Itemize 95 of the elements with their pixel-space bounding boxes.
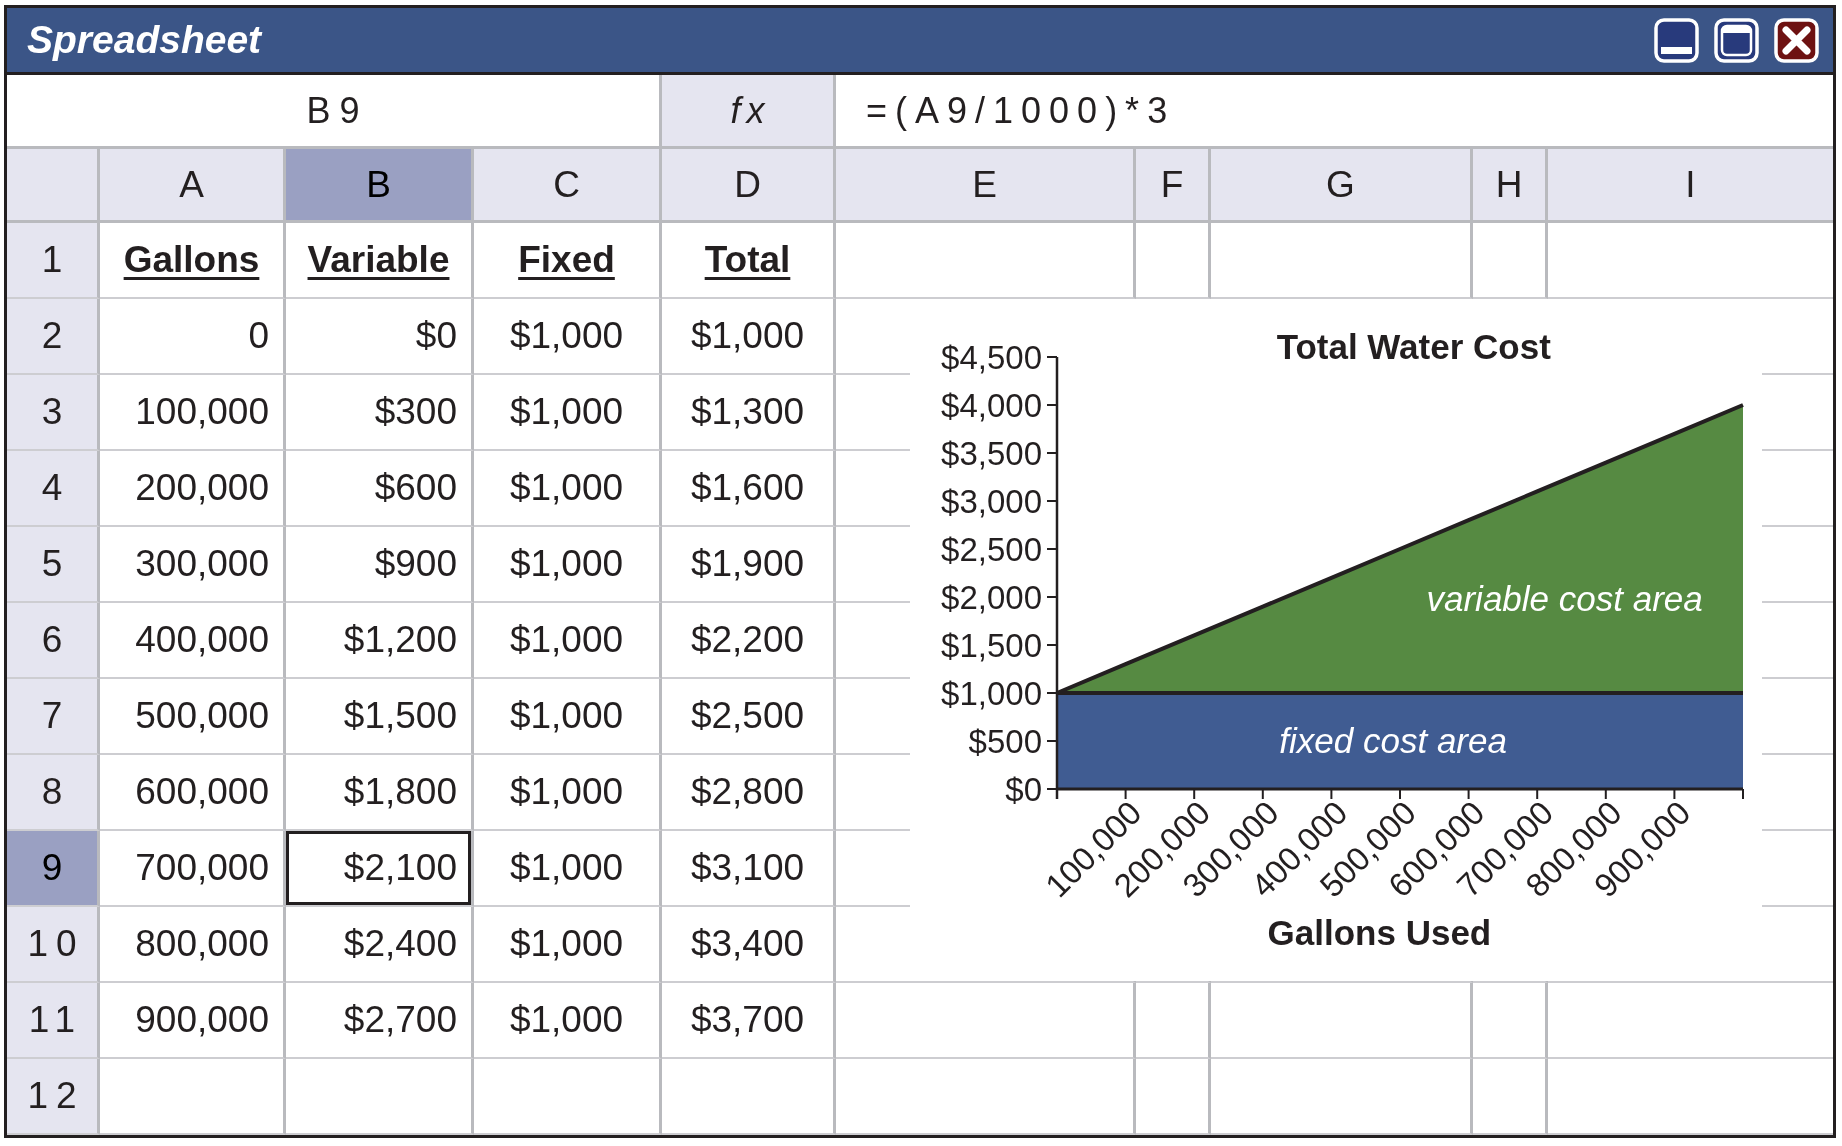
y-tick-label: $4,500 (941, 339, 1042, 376)
maximize-button[interactable] (1714, 17, 1759, 63)
table-cell[interactable]: $1,000 (474, 603, 662, 679)
table-cell[interactable]: $3,100 (662, 831, 836, 907)
table-cell[interactable]: 100,000 (100, 375, 286, 451)
table-cell[interactable]: 900,000 (100, 983, 286, 1059)
table-cell[interactable]: $1,600 (662, 451, 836, 527)
table-cell[interactable]: $1,800 (286, 755, 474, 831)
row-header[interactable]: 11 (7, 983, 100, 1059)
y-tick-label: $500 (968, 723, 1042, 760)
y-tick-label: $3,000 (941, 483, 1042, 520)
column-header[interactable]: A (100, 149, 286, 223)
table-cell[interactable]: $1,300 (662, 375, 836, 451)
y-tick-label: $2,000 (941, 579, 1042, 616)
row-header[interactable]: 10 (7, 907, 100, 983)
minimize-icon (1654, 17, 1699, 63)
y-tick-label: $4,000 (941, 387, 1042, 424)
column-title-cell[interactable]: Fixed (474, 223, 662, 299)
column-header[interactable]: H (1473, 149, 1548, 223)
column-header[interactable]: G (1211, 149, 1473, 223)
table-cell[interactable]: $2,100 (286, 831, 474, 907)
column-title-cell[interactable]: Variable (286, 223, 474, 299)
column-header[interactable]: F (1136, 149, 1211, 223)
row-header[interactable]: 1 (7, 223, 100, 299)
y-tick-label: $1,000 (941, 675, 1042, 712)
row-header[interactable]: 4 (7, 451, 100, 527)
row-header[interactable]: 6 (7, 603, 100, 679)
column-header[interactable]: C (474, 149, 662, 223)
table-cell[interactable]: $0 (286, 299, 474, 375)
chart-title: Total Water Cost (1276, 327, 1551, 366)
column-title-cell[interactable]: Total (662, 223, 836, 299)
table-cell[interactable]: $1,000 (474, 451, 662, 527)
empty-cell[interactable] (474, 1059, 662, 1135)
table-cell[interactable]: $1,000 (474, 299, 662, 375)
table-cell[interactable]: 600,000 (100, 755, 286, 831)
table-cell[interactable]: $600 (286, 451, 474, 527)
table-cell[interactable]: 0 (100, 299, 286, 375)
table-cell[interactable]: $1,000 (474, 755, 662, 831)
table-cell[interactable]: $1,000 (474, 983, 662, 1059)
table-cell[interactable]: 800,000 (100, 907, 286, 983)
close-icon (1774, 17, 1819, 63)
table-cell[interactable]: $1,500 (286, 679, 474, 755)
column-title-cell[interactable]: Gallons (100, 223, 286, 299)
empty-cell[interactable] (1473, 1059, 1548, 1135)
y-tick-label: $2,500 (941, 531, 1042, 568)
table-cell[interactable]: $2,800 (662, 755, 836, 831)
table-cell[interactable]: $1,000 (662, 299, 836, 375)
row-header[interactable]: 3 (7, 375, 100, 451)
empty-cell[interactable] (662, 1059, 836, 1135)
maximize-icon (1714, 17, 1759, 63)
table-cell[interactable]: $2,700 (286, 983, 474, 1059)
empty-cell[interactable] (1211, 1059, 1473, 1135)
column-header[interactable]: D (662, 149, 836, 223)
table-cell[interactable]: $1,200 (286, 603, 474, 679)
table-cell[interactable]: $1,000 (474, 907, 662, 983)
table-cell[interactable]: $2,200 (662, 603, 836, 679)
y-tick-label: $3,500 (941, 435, 1042, 472)
table-cell[interactable]: $900 (286, 527, 474, 603)
table-cell[interactable]: $1,900 (662, 527, 836, 603)
table-cell[interactable]: 500,000 (100, 679, 286, 755)
empty-cell[interactable] (286, 1059, 474, 1135)
table-cell[interactable]: $300 (286, 375, 474, 451)
y-tick-label: $1,500 (941, 627, 1042, 664)
table-cell[interactable]: 200,000 (100, 451, 286, 527)
row-header[interactable]: 2 (7, 299, 100, 375)
empty-cell[interactable] (836, 1059, 1136, 1135)
empty-cell[interactable] (1136, 1059, 1211, 1135)
table-cell[interactable]: $1,000 (474, 831, 662, 907)
row-header[interactable]: 7 (7, 679, 100, 755)
row-header[interactable]: 8 (7, 755, 100, 831)
column-header[interactable]: B (286, 149, 474, 223)
table-cell[interactable]: $1,000 (474, 527, 662, 603)
table-cell[interactable]: $3,400 (662, 907, 836, 983)
column-header[interactable]: I (1548, 149, 1833, 223)
y-tick-label: $0 (1005, 771, 1042, 808)
row-header[interactable]: 12 (7, 1059, 100, 1135)
formula-field[interactable]: =(A9/1000)*3 (836, 75, 1833, 146)
close-button[interactable] (1774, 17, 1819, 63)
table-cell[interactable]: 400,000 (100, 603, 286, 679)
area-label: fixed cost area (1279, 721, 1507, 760)
column-header[interactable]: E (836, 149, 1136, 223)
table-cell[interactable]: $3,700 (662, 983, 836, 1059)
minimize-button[interactable] (1654, 17, 1699, 63)
insert-function-button[interactable]: fx (662, 75, 836, 146)
table-cell[interactable]: $1,000 (474, 375, 662, 451)
table-cell[interactable]: $1,000 (474, 679, 662, 755)
table-cell[interactable]: $2,500 (662, 679, 836, 755)
x-axis-title: Gallons Used (1267, 913, 1492, 952)
area-label: variable cost area (1426, 579, 1703, 619)
table-cell[interactable]: $2,400 (286, 907, 474, 983)
row-header[interactable]: 9 (7, 831, 100, 907)
table-cell[interactable]: 300,000 (100, 527, 286, 603)
table-cell[interactable]: 700,000 (100, 831, 286, 907)
row-header[interactable]: 5 (7, 527, 100, 603)
window-title: Spreadsheet (27, 18, 262, 62)
